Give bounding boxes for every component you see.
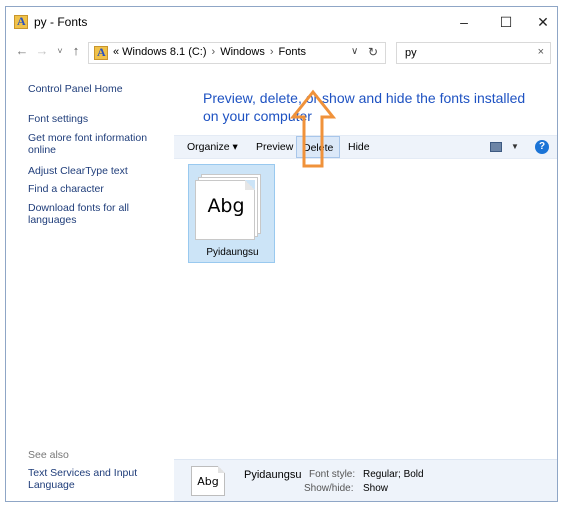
sidebar-link-text-services[interactable]: Text Services and Input Language xyxy=(28,467,158,491)
search-box[interactable]: py × xyxy=(396,42,551,64)
explorer-window: A py - Fonts – ☐ ✕ ← → ˅ ↑ A « Windows 8… xyxy=(5,6,558,502)
address-bar[interactable]: A « Windows 8.1 (C:) › Windows › Fonts ∨ ↻ xyxy=(88,42,386,64)
sidebar-link-more-font-info[interactable]: Get more font information online xyxy=(28,132,158,156)
command-bar: Organize ▾ Preview Delete Hide ▼ ? xyxy=(174,135,557,159)
font-style-value: Regular; Bold xyxy=(363,469,424,480)
font-file-label: Pyidaungsu xyxy=(206,247,259,258)
show-hide-value: Show xyxy=(363,483,389,494)
organize-button[interactable]: Organize ▾ xyxy=(187,136,238,158)
show-hide-label: Show/hide: xyxy=(304,483,354,494)
address-dropdown-icon[interactable]: ∨ xyxy=(351,46,358,57)
font-file-item[interactable]: Abg Pyidaungsu xyxy=(188,164,275,263)
details-pane: Abg Pyidaungsu Font style: Regular; Bold… xyxy=(174,459,557,501)
page-fold xyxy=(245,180,255,190)
view-options-icon[interactable] xyxy=(490,142,502,152)
sidebar-link-control-panel-home[interactable]: Control Panel Home xyxy=(28,83,158,95)
font-thumbnail-icon: Abg xyxy=(191,466,225,496)
breadcrumb: « Windows 8.1 (C:) › Windows › Fonts xyxy=(113,46,306,58)
clear-search-icon[interactable]: × xyxy=(538,46,544,58)
see-also-label: See also xyxy=(28,449,69,461)
search-input[interactable]: py xyxy=(405,47,417,59)
details-sample-text: Abg xyxy=(197,475,219,488)
fonts-folder-icon: A xyxy=(94,45,108,60)
back-arrow-icon[interactable]: ← xyxy=(13,41,31,61)
font-sample-text: Abg xyxy=(207,195,245,217)
breadcrumb-item-windows[interactable]: Windows xyxy=(220,46,265,58)
hide-button[interactable]: Hide xyxy=(348,136,370,158)
details-font-name: Pyidaungsu xyxy=(244,469,302,481)
maximize-button[interactable]: ☐ xyxy=(486,7,526,37)
up-arrow-icon[interactable]: ↑ xyxy=(67,41,85,61)
breadcrumb-separator[interactable]: › xyxy=(212,46,216,58)
sidebar-link-font-settings[interactable]: Font settings xyxy=(28,113,158,125)
navigation-bar: ← → ˅ ↑ A « Windows 8.1 (C:) › Windows › Fon… xyxy=(6,37,557,67)
sidebar-link-find-character[interactable]: Find a character xyxy=(28,183,158,195)
font-page-icon: Abg xyxy=(195,180,255,240)
refresh-icon[interactable]: ↻ xyxy=(368,45,378,59)
fonts-folder-icon: A xyxy=(14,14,28,29)
minimize-button[interactable]: – xyxy=(444,7,484,37)
annotation-arrow-icon xyxy=(289,89,337,168)
font-style-label: Font style: xyxy=(309,469,356,480)
help-icon[interactable]: ? xyxy=(535,140,549,154)
view-dropdown-icon[interactable]: ▼ xyxy=(511,136,519,158)
title-bar: A py - Fonts – ☐ ✕ xyxy=(6,7,557,37)
window-title: py - Fonts xyxy=(34,15,88,29)
forward-arrow-icon[interactable]: → xyxy=(33,41,51,61)
sidebar-link-cleartype[interactable]: Adjust ClearType text xyxy=(28,165,158,177)
breadcrumb-separator[interactable]: › xyxy=(270,46,274,58)
close-button[interactable]: ✕ xyxy=(523,7,557,37)
sidebar-link-download-fonts[interactable]: Download fonts for all languages xyxy=(28,202,158,226)
breadcrumb-item-fonts[interactable]: Fonts xyxy=(279,46,307,58)
page-heading: Preview, delete, or show and hide the fo… xyxy=(203,90,526,124)
breadcrumb-item-drive[interactable]: « Windows 8.1 (C:) xyxy=(113,46,207,58)
page-fold xyxy=(218,466,225,473)
sidebar: Control Panel Home Font settings Get mor… xyxy=(6,67,174,501)
